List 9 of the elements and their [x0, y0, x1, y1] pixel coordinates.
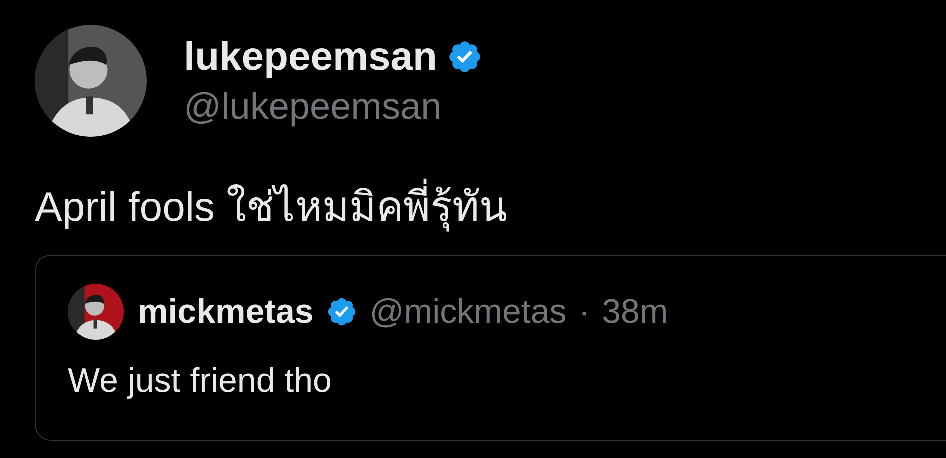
quoted-display-name[interactable]: mickmetas	[138, 292, 314, 332]
quoted-tweet-text: We just friend tho	[68, 361, 332, 402]
quoted-tweet-card[interactable]: mickmetas @mickmetas · 38m We just friend tho	[35, 255, 946, 441]
username[interactable]: @lukepeemsan	[184, 86, 484, 128]
display-name[interactable]: lukepeemsan	[184, 34, 438, 80]
post-time: 38m	[602, 292, 668, 332]
quoted-username[interactable]: @mickmetas	[370, 292, 567, 332]
separator-dot: ·	[578, 292, 590, 332]
tweet-text: April fools ใช่ไหมมิคพี่รุ้ทัน	[35, 181, 508, 233]
